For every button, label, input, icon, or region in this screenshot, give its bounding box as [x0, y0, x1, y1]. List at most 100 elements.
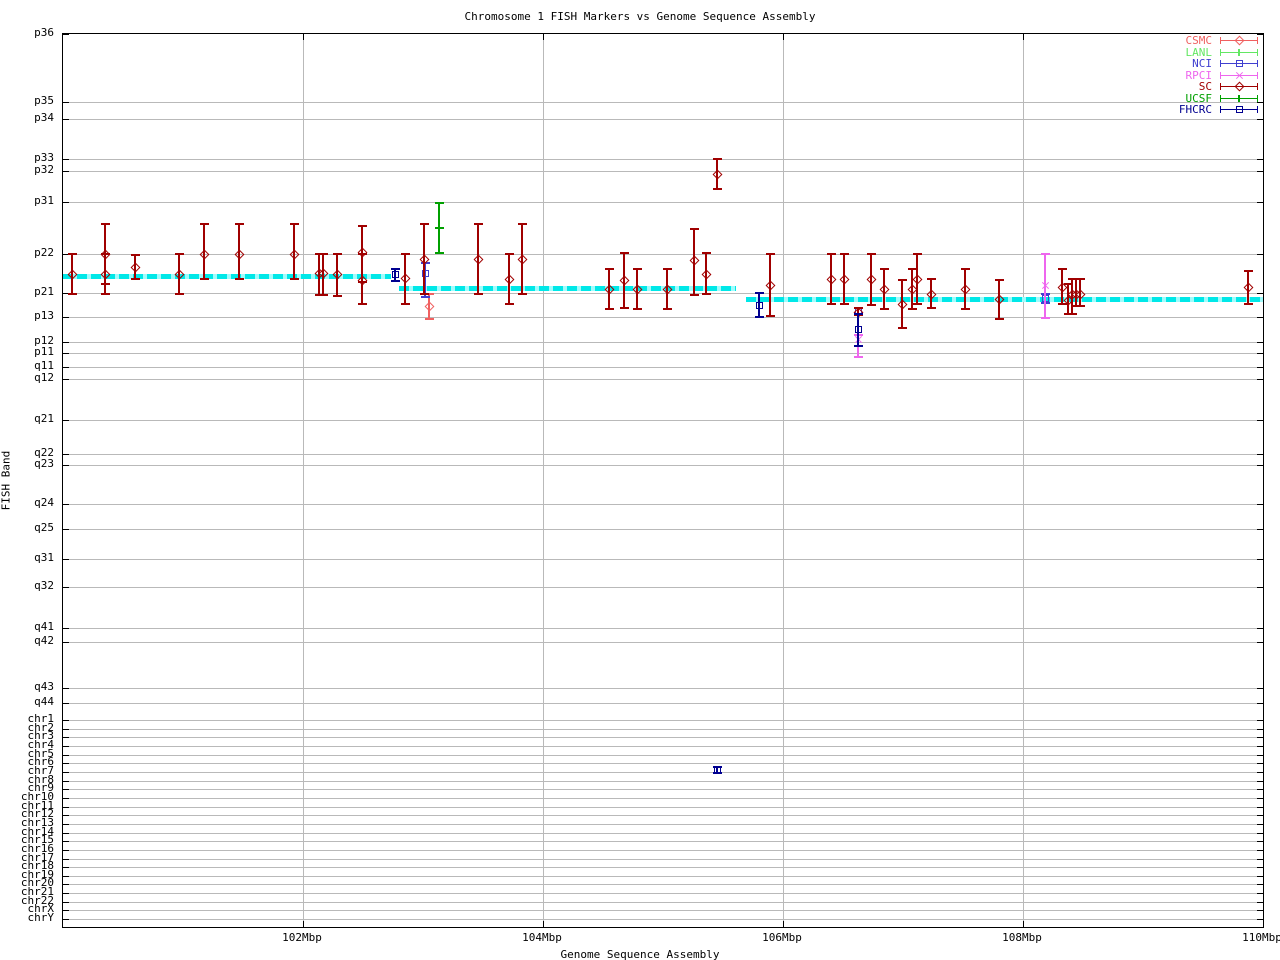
h-gridline — [63, 559, 1263, 560]
error-cap — [927, 278, 936, 280]
y-tick-mark-left — [63, 688, 69, 689]
h-gridline — [63, 746, 1263, 747]
error-cap — [200, 278, 209, 280]
h-gridline — [63, 642, 1263, 643]
y-tick-label: p36 — [0, 28, 54, 38]
y-tick-mark-left — [63, 772, 69, 773]
error-cap — [702, 293, 711, 295]
y-tick-mark-left — [63, 202, 69, 203]
x-tick-mark-bottom — [543, 921, 544, 927]
y-tick-mark-right — [1257, 910, 1263, 911]
h-gridline — [63, 628, 1263, 629]
legend-label-rpci: RPCI — [1186, 70, 1213, 81]
error-cap — [713, 158, 722, 160]
error-cap — [505, 303, 514, 305]
h-gridline — [63, 841, 1263, 842]
y-tick-mark-right — [1257, 876, 1263, 877]
y-tick-mark-right — [1257, 815, 1263, 816]
error-cap — [927, 307, 936, 309]
error-cap — [200, 223, 209, 225]
y-tick-mark-right — [1257, 342, 1263, 343]
h-gridline — [63, 159, 1263, 160]
y-tick-label: q32 — [0, 581, 54, 591]
h-gridline — [63, 102, 1263, 103]
error-cap — [175, 253, 184, 255]
error-cap — [235, 223, 244, 225]
y-tick-mark-right — [1257, 703, 1263, 704]
y-tick-mark-left — [63, 317, 69, 318]
y-tick-mark-left — [63, 34, 69, 35]
band-segment — [399, 286, 736, 291]
y-tick-mark-left — [63, 465, 69, 466]
h-gridline — [63, 789, 1263, 790]
error-cap — [101, 253, 110, 255]
y-tick-label: q21 — [0, 414, 54, 424]
error-cap — [913, 253, 922, 255]
y-tick-mark-right — [1257, 781, 1263, 782]
data-point-sc — [827, 275, 837, 285]
error-cap — [333, 253, 342, 255]
legend-cap — [1257, 106, 1258, 113]
error-cap — [290, 278, 299, 280]
data-point-fhcrc — [714, 767, 721, 774]
legend-cap — [1220, 72, 1221, 79]
error-cap — [840, 303, 849, 305]
x-tick-mark-top — [303, 34, 304, 40]
error-cap — [766, 253, 775, 255]
legend-cap — [1257, 60, 1258, 67]
error-cap — [827, 253, 836, 255]
data-point-sc — [620, 276, 630, 286]
y-tick-mark-right — [1257, 202, 1263, 203]
v-gridline — [303, 34, 304, 927]
y-tick-mark-right — [1257, 688, 1263, 689]
h-gridline — [63, 893, 1263, 894]
h-gridline — [63, 824, 1263, 825]
x-tick-mark-top — [1023, 34, 1024, 40]
y-tick-mark-left — [63, 850, 69, 851]
y-tick-label: chrY — [0, 913, 54, 923]
legend-cap — [1220, 60, 1221, 67]
x-tick-mark-bottom — [783, 921, 784, 927]
y-tick-mark-left — [63, 504, 69, 505]
y-tick-mark-right — [1257, 420, 1263, 421]
data-point-sc — [131, 263, 141, 273]
y-tick-mark-right — [1257, 763, 1263, 764]
legend-cap — [1257, 72, 1258, 79]
x-tick-mark-top — [543, 34, 544, 40]
legend-sample — [1220, 36, 1258, 45]
x-tick-label: 110Mbp — [1227, 932, 1280, 944]
y-tick-mark-right — [1257, 254, 1263, 255]
legend-row: SC — [1150, 81, 1258, 92]
h-gridline — [63, 772, 1263, 773]
error-cap — [1076, 278, 1085, 280]
error-cap — [1244, 270, 1253, 272]
y-tick-mark-left — [63, 902, 69, 903]
x-tick-label: 104Mbp — [507, 932, 577, 944]
y-tick-mark-left — [63, 628, 69, 629]
y-tick-label: p34 — [0, 113, 54, 123]
h-gridline — [63, 737, 1263, 738]
y-tick-label: q43 — [0, 682, 54, 692]
y-tick-mark-right — [1257, 789, 1263, 790]
error-cap — [1041, 253, 1050, 255]
h-gridline — [63, 379, 1263, 380]
y-tick-mark-left — [63, 746, 69, 747]
y-tick-mark-left — [63, 919, 69, 920]
y-tick-mark-right — [1257, 737, 1263, 738]
data-point-sc — [474, 255, 484, 265]
legend-row: FHCRC — [1150, 104, 1258, 115]
error-cap — [867, 304, 876, 306]
error-cap — [505, 253, 514, 255]
y-tick-mark-right — [1257, 919, 1263, 920]
y-tick-mark-left — [63, 807, 69, 808]
legend-sample — [1220, 59, 1258, 68]
y-tick-mark-right — [1257, 379, 1263, 380]
error-cap — [401, 253, 410, 255]
legend-marker — [1236, 72, 1243, 79]
h-gridline — [63, 353, 1263, 354]
y-tick-mark-right — [1257, 772, 1263, 773]
legend-sample — [1220, 82, 1258, 91]
y-tick-mark-right — [1257, 293, 1263, 294]
legend-marker — [1236, 60, 1243, 67]
y-tick-mark-left — [63, 342, 69, 343]
